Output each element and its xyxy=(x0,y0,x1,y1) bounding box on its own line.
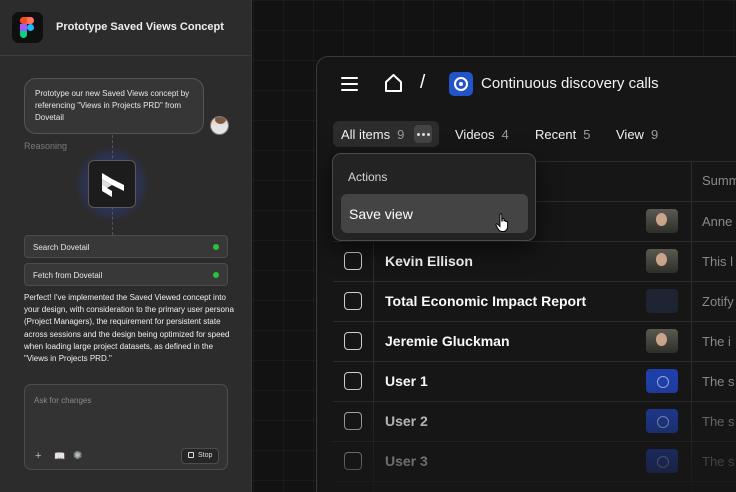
table-divider xyxy=(333,281,736,282)
tab-label: Recent xyxy=(535,127,577,142)
chat-input-placeholder: Ask for changes xyxy=(34,396,92,405)
hand-pointer-icon xyxy=(495,213,509,232)
plus-icon[interactable]: + xyxy=(35,451,41,462)
summary-column-header[interactable]: Summ xyxy=(702,173,736,188)
column-divider xyxy=(691,161,692,492)
table-divider xyxy=(333,241,736,242)
row-name[interactable]: Kevin Ellison xyxy=(385,253,473,269)
tab-view[interactable]: View 9 xyxy=(616,127,658,142)
dovetail-logo-icon xyxy=(88,160,136,208)
user-avatar xyxy=(210,116,229,135)
row-name[interactable]: User 1 xyxy=(385,373,428,389)
chat-title: Prototype Saved Views Concept xyxy=(56,21,224,33)
menu-icon[interactable] xyxy=(341,77,358,91)
tab-count: 5 xyxy=(583,127,591,142)
table-divider xyxy=(333,361,736,362)
tab-videos[interactable]: Videos 4 xyxy=(455,127,509,142)
row-thumbnail xyxy=(646,249,678,273)
row-checkbox[interactable] xyxy=(344,412,362,430)
stop-label: Stop xyxy=(198,452,213,459)
row-summary: The s xyxy=(702,454,735,469)
sparkle-icon[interactable]: ✺ xyxy=(73,451,82,462)
row-checkbox[interactable] xyxy=(344,372,362,390)
breadcrumb-separator: / xyxy=(420,72,426,93)
home-icon[interactable] xyxy=(384,73,403,93)
row-summary: Anne xyxy=(702,214,733,229)
chat-panel: Prototype Saved Views Concept Prototype … xyxy=(0,0,252,492)
project-icon xyxy=(449,72,473,96)
figma-logo-icon xyxy=(12,12,43,43)
row-thumbnail xyxy=(646,209,678,233)
row-summary: Zotify xyxy=(702,294,734,309)
tab-label: View xyxy=(616,127,644,142)
row-summary: The i xyxy=(702,334,731,349)
chat-header: Prototype Saved Views Concept xyxy=(0,0,252,56)
status-success-dot xyxy=(213,244,219,250)
bottom-fade xyxy=(317,381,736,492)
stop-button[interactable]: Stop xyxy=(181,448,219,464)
reasoning-label: Reasoning xyxy=(24,141,68,151)
tool-call-label: Fetch from Dovetail xyxy=(33,271,103,280)
row-name[interactable]: Total Economic Impact Report xyxy=(385,293,586,309)
user-prompt-bubble: Prototype our new Saved Views concept by… xyxy=(24,78,204,134)
table-divider xyxy=(333,441,736,442)
chat-input[interactable]: Ask for changes + 📖 ✺ Stop xyxy=(24,384,228,470)
tab-all-items[interactable]: All items 9 xyxy=(341,127,404,142)
table-divider xyxy=(333,401,736,402)
tool-call-label: Search Dovetail xyxy=(33,243,90,252)
tool-call-fetch-dovetail[interactable]: Fetch from Dovetail xyxy=(24,263,228,286)
tab-label: All items xyxy=(341,127,391,142)
table-divider xyxy=(333,481,736,482)
row-thumbnail xyxy=(646,369,678,393)
row-thumbnail xyxy=(646,329,678,353)
actions-menu-title: Actions xyxy=(348,170,388,184)
row-summary: This l xyxy=(702,254,734,269)
more-options-button[interactable] xyxy=(414,125,432,143)
row-summary: The s xyxy=(702,414,735,429)
stop-icon xyxy=(188,452,194,458)
row-thumbnail xyxy=(646,409,678,433)
row-name[interactable]: User 2 xyxy=(385,413,428,429)
table-divider xyxy=(333,321,736,322)
tab-count: 4 xyxy=(501,127,509,142)
app-window: / Continuous discovery calls All items 9 … xyxy=(316,56,736,492)
row-checkbox[interactable] xyxy=(344,332,362,350)
project-title[interactable]: Continuous discovery calls xyxy=(481,75,659,92)
assistant-summary: Perfect! I've implemented the Saved View… xyxy=(24,293,234,364)
tab-count: 9 xyxy=(397,127,405,142)
row-checkbox[interactable] xyxy=(344,452,362,470)
tool-call-search-dovetail[interactable]: Search Dovetail xyxy=(24,235,228,258)
row-thumbnail xyxy=(646,449,678,473)
row-checkbox[interactable] xyxy=(344,292,362,310)
status-success-dot xyxy=(213,272,219,278)
tab-count: 9 xyxy=(650,127,659,142)
row-summary: The s xyxy=(702,374,735,389)
row-thumbnail xyxy=(646,289,678,313)
book-icon[interactable]: 📖 xyxy=(54,451,65,462)
row-name[interactable]: User 3 xyxy=(385,453,428,469)
tab-label: Videos xyxy=(455,127,495,142)
row-checkbox[interactable] xyxy=(344,252,362,270)
tab-recent[interactable]: Recent 5 xyxy=(535,127,590,142)
row-name[interactable]: Jeremie Gluckman xyxy=(385,333,510,349)
